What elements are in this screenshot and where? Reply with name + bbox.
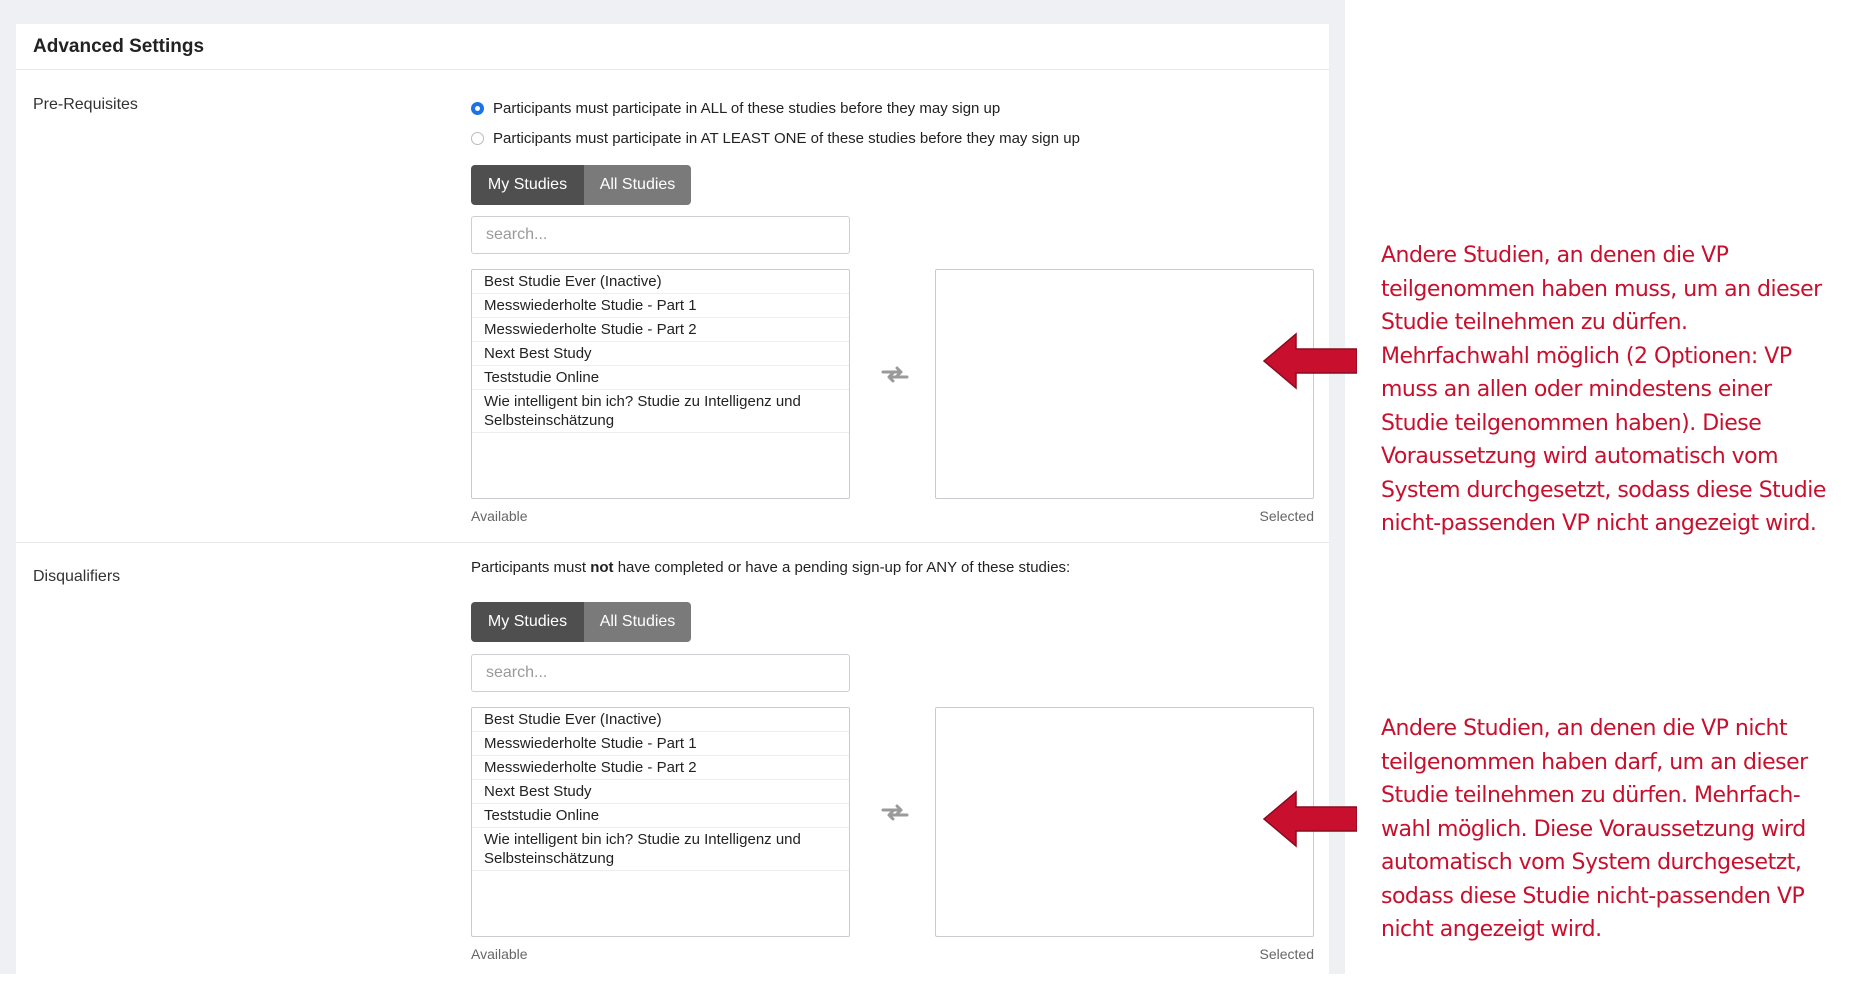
prerequisites-annotation: Andere Studien, an denen die VP teilgeno…	[1381, 243, 1826, 536]
prerequisites-selected-list[interactable]	[935, 269, 1314, 499]
swap-arrows-icon[interactable]	[881, 364, 909, 384]
list-item[interactable]: Messwiederholte Studie - Part 1	[472, 732, 849, 756]
disqualifiers-available-caption: Available	[471, 946, 528, 962]
list-item[interactable]: Next Best Study	[472, 342, 849, 366]
section-divider	[16, 542, 1329, 543]
radio-option-all[interactable]: Participants must participate in ALL of …	[471, 97, 1000, 119]
prerequisites-available-caption: Available	[471, 508, 528, 524]
radio-one-indicator[interactable]	[471, 131, 484, 145]
radio-one-label: Participants must participate in AT LEAS…	[493, 129, 1080, 147]
tab-my-studies[interactable]: My Studies	[471, 165, 584, 205]
list-item[interactable]: Wie intelligent bin ich? Studie zu Intel…	[472, 828, 849, 871]
list-item[interactable]: Next Best Study	[472, 780, 849, 804]
panel-title: Advanced Settings	[33, 36, 205, 57]
arrow-left-icon	[1262, 790, 1357, 848]
tab-all-studies[interactable]: All Studies	[584, 602, 691, 642]
prerequisites-search-input[interactable]	[471, 216, 850, 254]
advanced-settings-panel: Advanced Settings Pre-Requisites Partici…	[16, 24, 1329, 984]
list-item[interactable]: Teststudie Online	[472, 804, 849, 828]
list-item[interactable]: Messwiederholte Studie - Part 2	[472, 756, 849, 780]
disqualifiers-selected-caption: Selected	[1259, 946, 1314, 962]
list-item[interactable]: Messwiederholte Studie - Part 2	[472, 318, 849, 342]
disqualifiers-search-input[interactable]	[471, 654, 850, 692]
disqualifiers-study-toggle: My Studies All Studies	[471, 602, 691, 642]
prerequisites-label: Pre-Requisites	[33, 96, 138, 113]
arrow-left-icon	[1262, 332, 1357, 390]
disqualifiers-info: Participants must not have completed or …	[471, 559, 1071, 576]
list-item[interactable]: Best Studie Ever (Inactive)	[472, 708, 849, 732]
prerequisites-study-toggle: My Studies All Studies	[471, 165, 691, 205]
radio-option-at-least-one[interactable]: Participants must participate in AT LEAS…	[471, 127, 1080, 149]
swap-arrows-icon[interactable]	[881, 802, 909, 822]
list-item[interactable]: Wie intelligent bin ich? Studie zu Intel…	[472, 390, 849, 433]
prerequisites-selected-caption: Selected	[1259, 508, 1314, 524]
disqualifiers-available-list[interactable]: Best Studie Ever (Inactive) Messwiederho…	[471, 707, 850, 937]
list-item[interactable]: Best Studie Ever (Inactive)	[472, 270, 849, 294]
panel-header: Advanced Settings	[16, 24, 1329, 70]
radio-all-label: Participants must participate in ALL of …	[493, 99, 1001, 117]
disqualifiers-selected-list[interactable]	[935, 707, 1314, 937]
disqualifiers-label: Disqualifiers	[33, 568, 121, 585]
disqualifiers-annotation: Andere Studien, an denen die VP nicht te…	[1381, 716, 1808, 942]
prerequisites-available-list[interactable]: Best Studie Ever (Inactive) Messwiederho…	[471, 269, 850, 499]
tab-my-studies[interactable]: My Studies	[471, 602, 584, 642]
tab-all-studies[interactable]: All Studies	[584, 165, 691, 205]
list-item[interactable]: Teststudie Online	[472, 366, 849, 390]
list-item[interactable]: Messwiederholte Studie - Part 1	[472, 294, 849, 318]
radio-all-indicator[interactable]	[471, 101, 484, 115]
